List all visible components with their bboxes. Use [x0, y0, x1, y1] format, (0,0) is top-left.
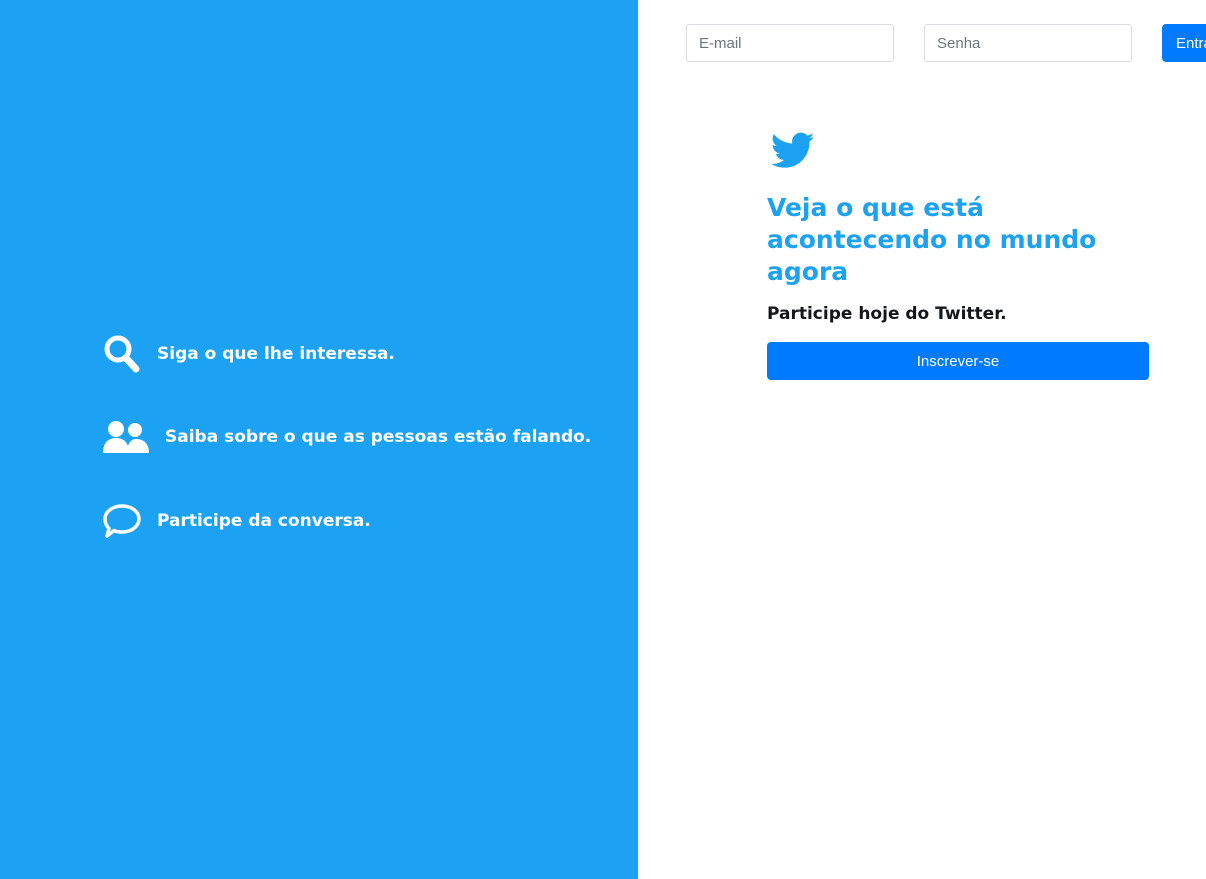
left-panel: Siga o que lhe interessa. Saiba sobre o …	[0, 0, 638, 879]
signup-button[interactable]: Inscrever-se	[767, 342, 1149, 380]
feature-join-conversation: Participe da conversa.	[103, 503, 371, 539]
search-icon	[103, 334, 141, 374]
feature-follow-interests: Siga o que lhe interessa.	[103, 334, 395, 374]
feature-label: Participe da conversa.	[157, 511, 371, 531]
page: Siga o que lhe interessa. Saiba sobre o …	[0, 0, 1206, 879]
feature-label: Siga o que lhe interessa.	[157, 344, 395, 364]
twitter-bird-icon	[770, 132, 815, 170]
chat-bubble-icon	[103, 503, 141, 539]
feature-label: Saiba sobre o que as pessoas estão falan…	[165, 427, 592, 447]
join-prompt: Participe hoje do Twitter.	[767, 304, 1007, 324]
feature-conversations: Saiba sobre o que as pessoas estão falan…	[103, 420, 591, 454]
page-title: Veja o que está acontecendo no mundo ago…	[767, 193, 1097, 286]
password-field[interactable]	[924, 24, 1132, 62]
email-field[interactable]	[686, 24, 894, 62]
users-icon	[103, 420, 149, 454]
login-button[interactable]: Entrar	[1162, 24, 1206, 62]
